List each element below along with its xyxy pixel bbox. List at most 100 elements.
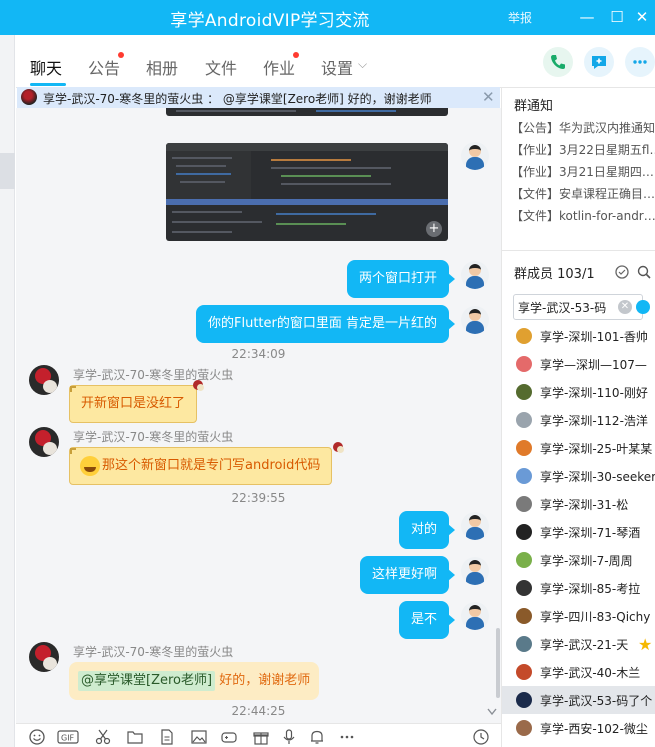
tab-homework[interactable]: 作业 bbox=[263, 55, 295, 79]
avatar[interactable] bbox=[29, 365, 59, 395]
bird-decoration-icon bbox=[331, 440, 345, 454]
member-item[interactable]: 享学-深圳-30-seeker bbox=[502, 462, 655, 490]
maximize-button[interactable]: ☐ bbox=[605, 5, 629, 29]
avatar bbox=[516, 692, 532, 708]
folder-icon[interactable] bbox=[126, 728, 144, 746]
mic-icon[interactable] bbox=[280, 728, 298, 746]
outgoing-message[interactable]: 是不 bbox=[398, 601, 456, 639]
member-name: 享学-深圳-85-考拉 bbox=[540, 582, 641, 596]
image-detail bbox=[176, 110, 296, 112]
member-item[interactable]: 享学-武汉-53-码了个 bbox=[502, 686, 655, 714]
tab-chat[interactable]: 聊天 bbox=[30, 55, 62, 79]
member-name: 享学-深圳-25-叶某某 bbox=[540, 442, 653, 456]
clear-search-icon[interactable]: ✕ bbox=[618, 300, 632, 314]
avatar[interactable] bbox=[461, 602, 489, 630]
notice-item[interactable]: 【公告】华为武汉内推通知 bbox=[511, 119, 655, 136]
member-name: 享学-武汉-21-天 bbox=[540, 638, 629, 652]
report-button[interactable]: 举报 bbox=[508, 9, 532, 26]
shared-screenshot-image[interactable] bbox=[166, 108, 448, 116]
avatar bbox=[516, 356, 532, 372]
mention-tag[interactable]: @享学课堂[Zero老师] bbox=[78, 671, 216, 691]
refresh-icon[interactable] bbox=[614, 264, 630, 280]
member-item[interactable]: 享学-西安-102-微尘 bbox=[502, 714, 655, 742]
message-button[interactable] bbox=[584, 47, 614, 77]
member-item[interactable]: 享学-深圳-101-香帅 bbox=[502, 322, 655, 350]
image-detail bbox=[276, 223, 346, 225]
avatar[interactable] bbox=[461, 306, 489, 334]
avatar[interactable] bbox=[461, 557, 489, 585]
history-icon[interactable] bbox=[472, 728, 490, 746]
avatar bbox=[516, 468, 532, 484]
game-icon[interactable] bbox=[220, 728, 238, 746]
member-item[interactable]: 享学-武汉-21-天 ★ bbox=[502, 630, 655, 658]
member-item[interactable]: 享学-深圳-110-刚好 bbox=[502, 378, 655, 406]
outgoing-message[interactable]: 两个窗口打开 bbox=[346, 260, 456, 298]
more-icon[interactable] bbox=[338, 728, 356, 746]
tab-files[interactable]: 文件 bbox=[205, 55, 237, 79]
image-detail bbox=[176, 173, 231, 175]
search-submit-icon[interactable] bbox=[636, 300, 650, 314]
tab-announcement[interactable]: 公告 bbox=[88, 55, 120, 79]
search-icon[interactable] bbox=[636, 264, 652, 280]
member-item[interactable]: 享学-深圳-31-松 bbox=[502, 490, 655, 518]
gift-icon[interactable] bbox=[252, 728, 270, 746]
chevron-down-icon[interactable]: ⌵ bbox=[358, 57, 367, 72]
image-icon[interactable] bbox=[190, 728, 208, 746]
notice-item[interactable]: 【作业】3月21日星期四… bbox=[511, 163, 654, 180]
member-item[interactable]: 享学-四川-83-Qichy bbox=[502, 602, 655, 630]
notice-item[interactable]: 【文件】kotlin-for-andr… bbox=[511, 207, 655, 224]
tab-settings[interactable]: 设置 bbox=[321, 55, 353, 79]
emoji-icon[interactable] bbox=[28, 728, 46, 746]
image-detail bbox=[281, 175, 371, 177]
member-search-input[interactable] bbox=[518, 298, 618, 316]
more-button[interactable] bbox=[625, 47, 655, 77]
tab-album[interactable]: 相册 bbox=[146, 55, 178, 79]
avatar[interactable] bbox=[29, 642, 59, 672]
incoming-message[interactable]: 开新窗口是没红了 bbox=[69, 385, 198, 423]
incoming-message[interactable]: @享学课堂[Zero老师] 好的，谢谢老师 bbox=[69, 662, 320, 700]
image-detail bbox=[271, 159, 351, 161]
member-item[interactable]: 享学-深圳-7-周周 bbox=[502, 546, 655, 574]
outgoing-message[interactable]: 对的 bbox=[398, 511, 456, 549]
member-name: 享学-深圳-112-浩洋 bbox=[540, 414, 648, 428]
document-icon[interactable] bbox=[158, 728, 176, 746]
member-search-box[interactable]: ✕ bbox=[513, 294, 650, 320]
pinned-message-text: 享学-武汉-70-寒冬里的萤火虫 ： @享学课堂[Zero老师] 好的，谢谢老师 bbox=[43, 92, 432, 106]
notice-item[interactable]: 【作业】3月22日星期五fl… bbox=[511, 141, 655, 158]
scissors-icon[interactable] bbox=[94, 728, 112, 746]
member-item[interactable]: 享学-深圳-85-考拉 bbox=[502, 574, 655, 602]
member-name: 享学—深圳—107— bbox=[540, 358, 647, 372]
zoom-plus-icon[interactable]: + bbox=[426, 221, 442, 237]
member-item[interactable]: 享学-武汉-40-木兰 bbox=[502, 658, 655, 686]
minimize-button[interactable]: — bbox=[575, 5, 599, 29]
incoming-message[interactable]: 那这个新窗口就是专门写android代码 bbox=[69, 447, 333, 485]
gif-icon[interactable]: GIF bbox=[57, 728, 79, 746]
avatar bbox=[516, 552, 532, 568]
avatar bbox=[516, 720, 532, 736]
avatar[interactable] bbox=[461, 142, 489, 170]
notice-item[interactable]: 【文件】安卓课程正确目… bbox=[511, 185, 655, 202]
avatar bbox=[516, 440, 532, 456]
outgoing-message[interactable]: 这样更好啊 bbox=[359, 556, 456, 594]
member-item[interactable]: 享学-深圳-112-浩洋 bbox=[502, 406, 655, 434]
avatar[interactable] bbox=[461, 512, 489, 540]
outgoing-message[interactable]: 你的Flutter的窗口里面 肯定是一片红的 bbox=[196, 305, 455, 343]
chat-message-area[interactable]: + 两个窗口打开 你的Flutter的窗口里面 肯定是一片红的 22:34:09… bbox=[16, 108, 501, 723]
close-icon[interactable]: ✕ bbox=[482, 88, 495, 106]
call-button[interactable] bbox=[543, 47, 573, 77]
shared-screenshot-image[interactable]: + bbox=[166, 143, 448, 241]
avatar bbox=[516, 580, 532, 596]
avatar bbox=[516, 608, 532, 624]
member-item[interactable]: 享学-深圳-25-叶某某 bbox=[502, 434, 655, 462]
chat-scrollbar-thumb[interactable] bbox=[496, 628, 500, 698]
left-strip bbox=[0, 35, 15, 747]
member-item[interactable]: 享学-深圳-71-琴酒 bbox=[502, 518, 655, 546]
image-detail bbox=[276, 213, 376, 215]
chevron-down-icon[interactable] bbox=[487, 708, 497, 716]
close-button[interactable]: ✕ bbox=[630, 5, 654, 29]
bell-icon[interactable] bbox=[308, 728, 326, 746]
avatar[interactable] bbox=[461, 261, 489, 289]
avatar[interactable] bbox=[29, 427, 59, 457]
pinned-message-bar[interactable]: 享学-武汉-70-寒冬里的萤火虫 ： @享学课堂[Zero老师] 好的，谢谢老师… bbox=[17, 87, 500, 108]
member-item[interactable]: 享学—深圳—107— bbox=[502, 350, 655, 378]
